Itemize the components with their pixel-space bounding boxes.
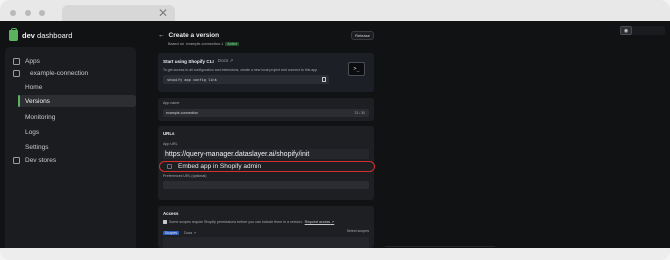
cli-description: To get access to all configuration and e… [163,68,319,72]
divider [385,246,495,247]
breadcrumb: Based on example-connection-1 Active [168,42,240,46]
page-header: ← Create a version [158,32,219,39]
request-access-link[interactable]: Request access ↗ [305,220,335,224]
access-warning: Some scopes require Shopify permissions … [163,220,334,224]
sidebar-item-settings[interactable]: Settings [25,141,49,153]
shopify-cli-card: Start using Shopify CLI Docs ↗ To get ac… [158,53,374,92]
apps-icon [13,57,20,65]
sidebar-item-versions[interactable]: Versions [25,95,50,107]
cli-card-title: Start using Shopify CLI Docs ↗ [163,58,234,64]
sidebar-item-monitoring[interactable]: Monitoring [25,111,55,123]
embed-app-checkbox[interactable] [167,164,172,169]
sidebar-item-dev-stores[interactable]: Dev stores [13,154,56,166]
status-badge: Active [225,42,240,46]
scopes-label: Scopes [163,230,179,235]
select-scopes-link[interactable]: Select scopes [347,229,369,233]
browser-window: ✕ dev dashboard Apps example-connection … [0,0,670,260]
copy-icon[interactable] [322,77,326,82]
browser-titlebar: ✕ [0,0,670,21]
eye-icon[interactable]: ◉ [620,26,632,35]
window-close-dot[interactable] [10,10,16,16]
embed-app-row[interactable]: Embed app in Shopify admin [159,161,375,172]
app-icon [13,69,20,77]
brand-name: dev dashboard [22,30,73,40]
cli-docs-link[interactable]: Docs ↗ [218,58,234,64]
brand[interactable]: dev dashboard [9,27,73,42]
window-maximize-dot[interactable] [39,10,45,16]
browser-tab[interactable]: ✕ [62,5,175,21]
window-minimize-dot[interactable] [25,10,31,16]
app-name-label: App name [163,101,180,105]
app-url-label: App URL [163,142,178,146]
browser-bottom-bar [0,248,670,260]
lock-icon [163,220,167,224]
access-card: Access Some scopes require Shopify permi… [158,206,374,248]
back-arrow-icon[interactable]: ← [158,32,165,39]
page-title: Create a version [168,32,220,39]
app-url-input[interactable]: https://query-manager.dataslayer.ai/shop… [163,149,369,159]
release-button[interactable]: Release [351,31,374,40]
terminal-icon: >_ [348,62,365,76]
urls-card: URLs App URL https://query-manager.datas… [158,126,375,200]
shopify-bag-icon [9,27,18,41]
dev-dashboard-app: dev dashboard Apps example-connection Ho… [0,21,670,248]
preferences-url-input[interactable] [163,181,369,189]
main-content: ← Create a version Based on example-conn… [155,26,375,248]
toolbar-field[interactable] [632,26,665,35]
scopes-input[interactable] [163,237,369,248]
based-on-version-select[interactable]: example-connection-1 [186,42,223,46]
preferences-url-label: Preferences URL (optional) [163,174,207,178]
sidebar-item-logs[interactable]: Logs [25,126,39,138]
sidebar-item-apps[interactable]: Apps [13,55,40,67]
active-indicator [18,95,20,107]
app-name-input[interactable]: example-connection 21 / 30 [163,109,369,117]
close-icon[interactable]: ✕ [158,6,168,20]
store-icon [13,156,20,164]
sidebar-item-example-connection[interactable]: example-connection [13,67,88,79]
sidebar: Apps example-connection Home Versions Mo… [5,47,136,248]
urls-title: URLs [163,131,175,136]
cli-command-field[interactable]: shopify app config link [163,75,329,84]
sidebar-item-home[interactable]: Home [25,81,42,93]
access-title: Access [163,211,179,216]
app-name-card: App name example-connection 21 / 30 [158,98,374,121]
scopes-docs-link[interactable]: Docs ↗ [184,231,196,235]
scopes-row: Scopes Docs ↗ Select scopes [163,229,369,236]
char-counter: 21 / 30 [354,111,365,115]
embed-app-label: Embed app in Shopify admin [178,163,262,170]
